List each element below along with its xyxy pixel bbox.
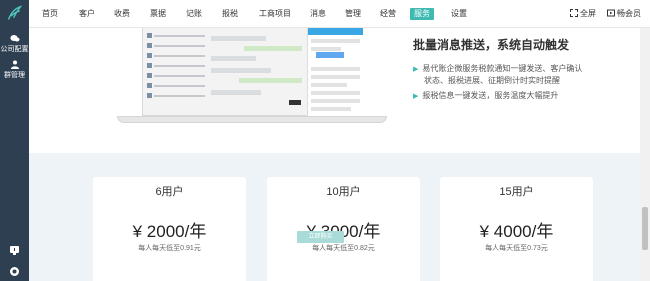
chat-list-preview (147, 32, 205, 110)
fullscreen-button[interactable]: 全屏 (570, 8, 596, 20)
account-label: 畅会员 (617, 9, 641, 18)
nav-item-management[interactable]: 管理 (345, 8, 361, 20)
nav-item-customers[interactable]: 客户 (79, 8, 95, 20)
laptop-base (117, 116, 387, 123)
main-content: 批量消息推送，系统自动触发 ▶ 易代账企微服务税款通知一键发送、客户确认 状态、报… (29, 28, 640, 281)
arrow-right-icon: ▶ (413, 66, 419, 73)
scrollbar-thumb[interactable] (642, 207, 648, 250)
sidebar-item-label: 群管理 (4, 72, 25, 79)
account-button[interactable]: 畅会员 (607, 8, 641, 20)
nav-item-business-projects[interactable]: 工商项目 (259, 8, 291, 20)
nav-item-bookkeeping[interactable]: 记账 (186, 8, 202, 20)
sidebar: 公司配置 群管理 (0, 0, 29, 281)
scrollbar[interactable] (640, 28, 650, 281)
pricing-card[interactable]: 15用户 ¥ 4000/年 每人每天低至0.73元 (440, 177, 593, 281)
nav-item-messages[interactable]: 消息 (310, 8, 326, 20)
hero-title: 批量消息推送，系统自动触发 (413, 38, 570, 52)
sidebar-item-label: 公司配置 (0, 46, 29, 53)
person-icon (10, 60, 19, 69)
nav-item-settings[interactable]: 设置 (451, 8, 467, 20)
support-icon[interactable] (9, 266, 20, 277)
sidebar-item-group-management[interactable]: 群管理 (0, 60, 29, 80)
pricing-card[interactable]: 6用户 ¥ 2000/年 每人每天低至0.91元 (93, 177, 246, 281)
nav-item-home[interactable]: 首页 (42, 8, 58, 20)
plan-per-day: 每人每天低至0.91元 (138, 245, 201, 252)
plan-price: ¥ 2000/年 (132, 222, 207, 241)
fullscreen-label: 全屏 (580, 9, 596, 18)
plan-users: 10用户 (326, 186, 361, 198)
nav-item-invoices[interactable]: 票据 (150, 8, 166, 20)
sidebar-item-company-config[interactable]: 公司配置 (0, 34, 29, 54)
plan-per-day: 每人每天低至0.82元 (312, 245, 375, 252)
chat-pane-preview (209, 32, 305, 110)
plan-per-day: 每人每天低至0.73元 (485, 245, 548, 252)
nav-item-tax-filing[interactable]: 报税 (222, 8, 238, 20)
hero-bullet: ▶ 报税信息一键发送，服务温度大幅提升 (413, 91, 559, 100)
nav-item-services[interactable]: 服务 (410, 8, 434, 20)
nav-item-operations[interactable]: 经营 (380, 8, 396, 20)
plan-price: ¥ 4000/年 (479, 222, 554, 241)
plan-users: 15用户 (499, 186, 534, 198)
buy-now-button[interactable]: 立即购买 (297, 231, 344, 243)
plan-users: 6用户 (155, 186, 184, 198)
laptop-screenshot-image (142, 28, 363, 116)
pricing-section: 6用户 ¥ 2000/年 每人每天低至0.91元 10用户 ¥ 3000/年 每… (29, 153, 640, 281)
feature-hero: 批量消息推送，系统自动触发 ▶ 易代账企微服务税款通知一键发送、客户确认 状态、报… (29, 28, 640, 153)
arrow-right-icon: ▶ (413, 93, 419, 100)
chat-bubble-icon (9, 35, 19, 42)
notice-icon[interactable] (9, 245, 20, 256)
video-play-icon (607, 9, 615, 17)
nav-item-billing[interactable]: 收费 (114, 8, 130, 20)
phone-preview (307, 28, 363, 116)
top-nav: 首页 客户 收费 票据 记账 报税 工商项目 消息 管理 经营 服务 设置 全屏… (29, 0, 650, 28)
fullscreen-icon (570, 9, 578, 17)
pricing-card[interactable]: 10用户 ¥ 3000/年 每人每天低至0.82元 (267, 177, 420, 281)
logo-icon[interactable] (6, 5, 23, 22)
hero-bullet-continued: 状态、报税进展、征期倒计时实时提醒 (424, 76, 560, 85)
